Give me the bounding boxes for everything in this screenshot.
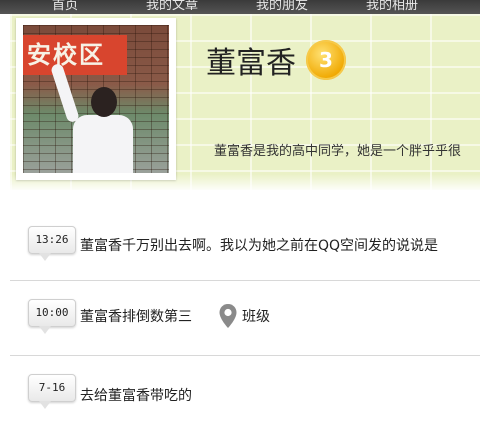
- location-label[interactable]: 班级: [242, 306, 270, 326]
- avatar-frame: 安校区: [16, 18, 176, 180]
- map-pin-icon: [219, 304, 237, 328]
- post-text[interactable]: 去给董富香带吃的: [80, 385, 192, 405]
- post-text[interactable]: 董富香千万别出去啊。我以为她之前在QQ空间发的说说是: [80, 235, 438, 255]
- level-badge-icon: 3: [306, 40, 346, 80]
- avatar-person-body: [73, 115, 133, 173]
- profile-bio: 董富香是我的高中同学，她是一个胖乎乎很: [214, 144, 462, 159]
- time-badge: 10:00: [28, 299, 76, 334]
- profile-name: 董富香: [206, 46, 296, 81]
- list-item: 13:26 董富香千万别出去啊。我以为她之前在QQ空间发的说说是: [10, 202, 480, 281]
- post-text[interactable]: 董富香排倒数第三: [80, 306, 192, 326]
- nav-item-home[interactable]: 首页: [52, 0, 78, 13]
- list-item: 10:00 董富香排倒数第三 班级: [10, 281, 480, 356]
- nav-item-friends[interactable]: 我的朋友: [256, 0, 308, 13]
- profile-header: 安校区 董富香 3 董富香是我的高中同学，她是一个胖乎乎很: [10, 14, 480, 190]
- time-badge: 7-16: [28, 374, 76, 409]
- avatar-person-head: [91, 87, 117, 117]
- top-nav: 首页 我的文章 我的朋友 我的相册: [0, 0, 480, 14]
- level-number: 3: [319, 48, 333, 72]
- avatar[interactable]: 安校区: [23, 25, 169, 173]
- nav-item-articles[interactable]: 我的文章: [146, 0, 198, 13]
- avatar-banner: 安校区: [23, 35, 127, 75]
- nav-item-albums[interactable]: 我的相册: [366, 0, 418, 13]
- time-badge: 13:26: [28, 226, 76, 261]
